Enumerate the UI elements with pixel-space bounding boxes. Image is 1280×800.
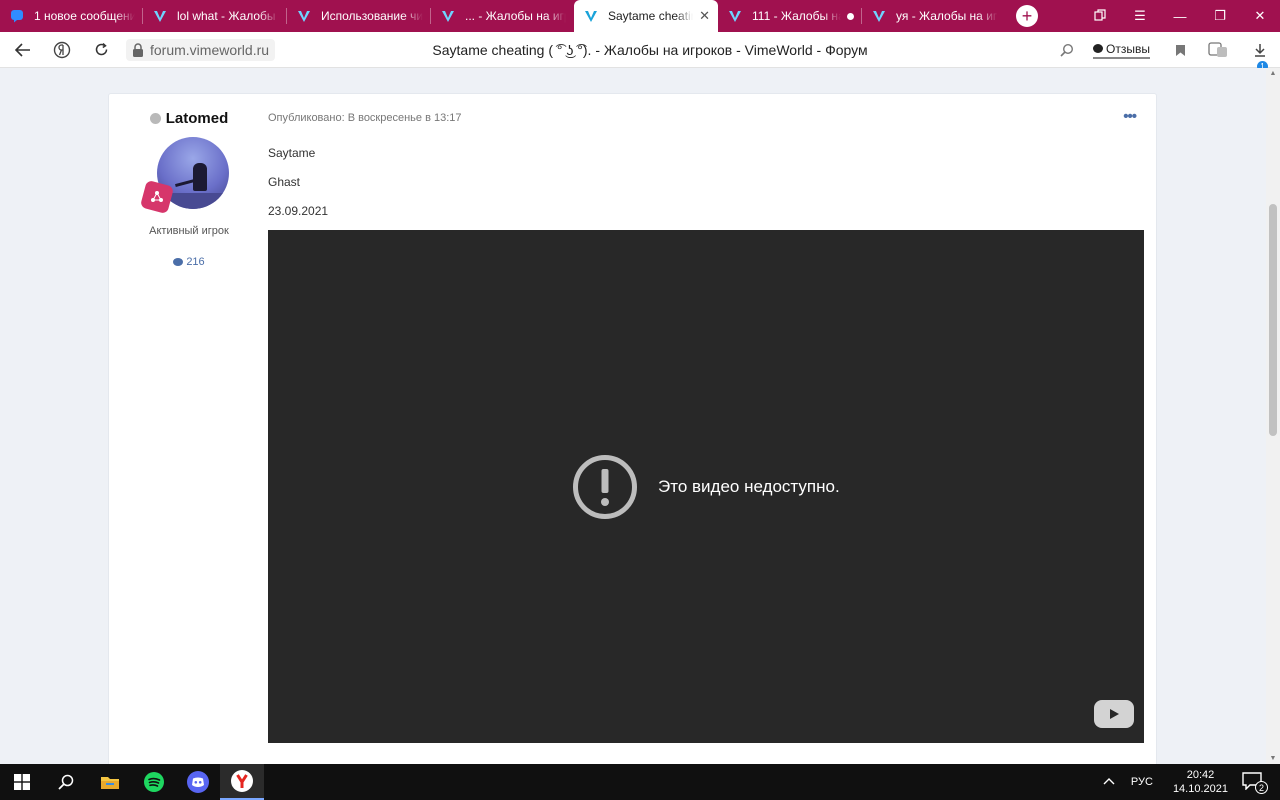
vimeworld-icon [441,9,455,23]
tabs-manager-icon[interactable] [1080,8,1120,24]
yandex-icon [53,41,71,58]
page-viewport: Latomed Активный игрок 216 Опубликовано:… [0,68,1266,764]
file-explorer-icon[interactable] [88,764,132,800]
forum-post: Latomed Активный игрок 216 Опубликовано:… [109,94,1156,764]
clock-time: 20:42 [1186,769,1215,781]
clock-date: 14.10.2021 [1172,783,1228,795]
tab-saytame-cheating[interactable]: Saytame cheating ✕ [574,0,718,32]
language-indicator[interactable]: РУС [1131,776,1153,788]
address-bar: forum.vimeworld.ru Saytame cheating ( ͡°… [0,32,1280,72]
offline-status-icon [149,113,161,124]
vimeworld-icon [872,9,886,23]
system-tray: РУС 20:42 14.10.2021 2 [1103,764,1280,800]
clock[interactable]: 20:42 14.10.2021 [1173,768,1228,796]
close-window-icon[interactable]: ✕ [1240,8,1280,24]
lock-icon [133,42,143,57]
post-line-nickname: Saytame [268,146,316,160]
browser-tab-strip: 1 новое сообщение lol what - Жалобы на и… [0,0,1280,32]
close-tab-icon[interactable]: ✕ [699,8,710,24]
menu-icon[interactable]: ☰ [1120,8,1160,24]
discord-icon[interactable] [176,764,220,800]
downloads-button[interactable]: 1 [1240,43,1280,72]
tab-messages[interactable]: 1 новое сообщение [0,0,143,32]
yandex-browser-icon[interactable] [220,764,264,800]
page-title: Saytame cheating ( ͡° ͜ʖ ͡°). - Жалобы н… [432,42,868,58]
notification-count: 2 [1255,781,1268,794]
post-line-mode: Ghast [268,175,301,189]
scroll-down-icon[interactable]: ▼ [1266,755,1280,762]
speech-bubble-icon [1093,44,1104,53]
window-controls: ☰ — ❐ ✕ [1080,0,1280,32]
chat-icon [10,9,24,23]
more-options-icon[interactable]: ••• [1123,108,1137,125]
reload-icon [95,42,107,56]
post-published-date: Опубликовано: В воскресенье в 13:17 [268,112,462,124]
unsaved-dot-icon [847,12,854,20]
vimeworld-icon [584,9,598,23]
feedback-button[interactable]: Отзывы [1093,42,1150,59]
rank-badge-icon [139,179,175,215]
notifications-button[interactable]: 2 [1242,772,1268,794]
back-button[interactable] [10,37,36,63]
scroll-up-icon[interactable]: ▲ [1266,70,1280,77]
author-role: Активный игрок [149,225,229,237]
tab-uya[interactable]: уя - Жалобы на игроков [862,0,1006,32]
vimeworld-icon [297,9,311,23]
play-icon [1110,709,1119,719]
new-tab-button[interactable]: + [1016,5,1038,27]
tab-cheats[interactable]: Использование читов [287,0,431,32]
vimeworld-icon [153,9,167,23]
reload-button[interactable] [88,37,114,63]
url-text: forum.vimeworld.ru [150,41,270,58]
embedded-video[interactable]: Это видео недоступно. [268,230,1144,743]
spotify-icon[interactable] [132,764,176,800]
exclamation-icon [573,455,637,519]
windows-taskbar: РУС 20:42 14.10.2021 2 [0,764,1280,800]
author-name[interactable]: Latomed [166,110,229,127]
author-post-count: 216 [109,256,269,268]
arrow-left-icon [15,42,30,57]
tab-lol-what[interactable]: lol what - Жалобы на игроков [143,0,287,32]
video-unavailable-text: Это видео недоступно. [658,477,840,496]
tab-111[interactable]: 111 - Жалобы на игроков [718,0,862,32]
comment-icon [173,258,184,266]
video-unavailable-message: Это видео недоступно. [572,454,840,520]
author-avatar-wrap [139,137,229,215]
vimeworld-icon [728,9,742,23]
tab-complaints-dots[interactable]: ... - Жалобы на игроков [431,0,574,32]
minimize-icon[interactable]: — [1160,9,1200,24]
post-line-date: 23.09.2021 [268,204,329,218]
youtube-play-button[interactable] [1094,700,1134,728]
restore-icon[interactable]: ❐ [1200,8,1240,24]
windows-start-icon[interactable] [0,764,44,800]
address-bar-actions: Отзывы 1 [1051,32,1280,72]
post-author-panel: Latomed Активный игрок 216 [109,94,269,268]
yandex-button[interactable] [49,37,75,63]
chevron-up-icon[interactable] [1103,776,1115,788]
scrollbar-thumb[interactable] [1269,204,1277,436]
page-scrollbar[interactable]: ▲ ▼ [1266,68,1280,764]
search-icon[interactable] [44,764,88,800]
bookmark-icon[interactable] [1164,44,1196,57]
url-field[interactable]: forum.vimeworld.ru [126,38,276,61]
search-page-icon[interactable] [1051,43,1083,57]
author-name-row: Latomed [109,110,269,127]
download-icon [1255,44,1265,57]
translate-icon[interactable] [1196,42,1240,58]
